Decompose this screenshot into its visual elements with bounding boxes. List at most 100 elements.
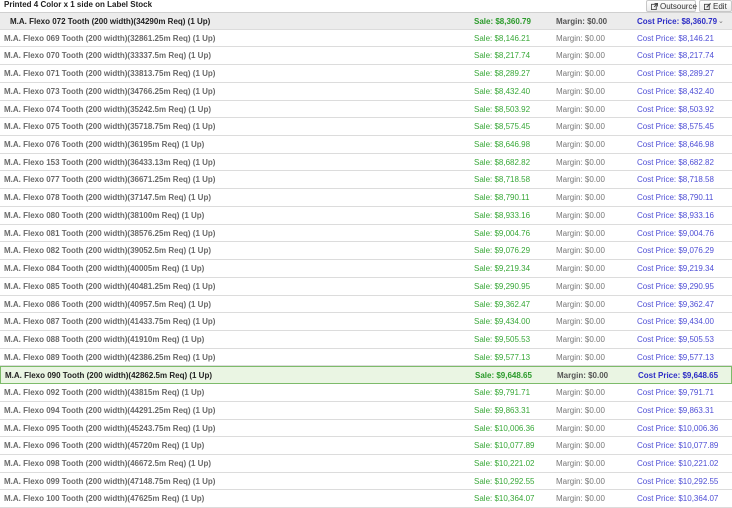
option-cost: Cost Price: $9,577.13 <box>637 352 714 362</box>
option-sale: Sale: $8,503.92 <box>474 104 531 114</box>
option-sale: Sale: $10,006.36 <box>474 423 535 433</box>
option-margin: Margin: $0.00 <box>556 104 605 114</box>
list-item[interactable]: M.A. Flexo 086 Tooth (200 width)(40957.5… <box>0 295 732 314</box>
list-item[interactable]: M.A. Flexo 085 Tooth (200 width)(40481.2… <box>0 277 732 296</box>
list-item[interactable]: M.A. Flexo 069 Tooth (200 width)(32861.2… <box>0 29 732 48</box>
option-cost: Cost Price: $8,575.45 <box>637 122 714 132</box>
option-sale: Sale: $10,077.89 <box>474 441 535 451</box>
option-cost: Cost Price: $9,434.00 <box>637 317 714 327</box>
option-cost: Cost Price: $9,791.71 <box>637 388 714 398</box>
option-cost: Cost Price: $8,682.82 <box>637 157 714 167</box>
option-name: M.A. Flexo 088 Tooth (200 width)(41910m … <box>4 334 205 344</box>
option-cost: Cost Price: $8,790.11 <box>637 193 714 203</box>
option-margin: Margin: $0.00 <box>556 69 605 79</box>
option-sale: Sale: $8,933.16 <box>474 210 531 220</box>
option-name: M.A. Flexo 078 Tooth (200 width)(37147.5… <box>4 193 211 203</box>
list-item[interactable]: M.A. Flexo 087 Tooth (200 width)(41433.7… <box>0 313 732 331</box>
option-sale: Sale: $8,718.58 <box>474 175 531 185</box>
option-cost: Cost Price: $9,219.34 <box>637 264 714 274</box>
list-item[interactable]: M.A. Flexo 077 Tooth (200 width)(36671.2… <box>0 171 732 190</box>
option-sale: Sale: $9,004.76 <box>474 228 531 238</box>
list-item[interactable]: M.A. Flexo 071 Tooth (200 width)(33813.7… <box>0 65 732 83</box>
option-sale: Sale: $8,146.21 <box>474 33 531 43</box>
list-item[interactable]: M.A. Flexo 153 Tooth (200 width)(36433.1… <box>0 153 732 172</box>
selected-option-header[interactable]: M.A. Flexo 072 Tooth (200 width)(34290m … <box>0 12 732 30</box>
option-cost: Cost Price: $8,646.98 <box>637 140 714 150</box>
option-name: M.A. Flexo 100 Tooth (200 width)(47625m … <box>4 494 205 504</box>
list-item[interactable]: M.A. Flexo 078 Tooth (200 width)(37147.5… <box>0 189 732 207</box>
option-margin: Margin: $0.00 <box>556 458 605 468</box>
option-name: M.A. Flexo 075 Tooth (200 width)(35718.7… <box>4 122 216 132</box>
list-item[interactable]: M.A. Flexo 092 Tooth (200 width)(43815m … <box>0 384 732 402</box>
option-margin: Margin: $0.00 <box>556 175 605 185</box>
list-item[interactable]: M.A. Flexo 099 Tooth (200 width)(47148.7… <box>0 472 732 491</box>
option-margin: Margin: $0.00 <box>557 371 609 381</box>
option-name: M.A. Flexo 081 Tooth (200 width)(38576.2… <box>4 228 216 238</box>
option-margin: Margin: $0.00 <box>556 264 605 274</box>
list-item[interactable]: M.A. Flexo 094 Tooth (200 width)(44291.2… <box>0 401 732 420</box>
option-name: M.A. Flexo 086 Tooth (200 width)(40957.5… <box>4 299 211 309</box>
option-sale: Sale: $9,290.95 <box>474 281 531 291</box>
list-item[interactable]: M.A. Flexo 080 Tooth (200 width)(38100m … <box>0 206 732 225</box>
option-margin: Margin: $0.00 <box>556 388 605 398</box>
external-link-icon <box>651 3 658 10</box>
option-sale: Sale: $8,360.79 <box>474 17 531 26</box>
option-cost: Cost Price: $10,292.55 <box>637 476 719 486</box>
list-item[interactable]: M.A. Flexo 095 Tooth (200 width)(45243.7… <box>0 419 732 438</box>
option-sale: Sale: $8,682.82 <box>474 157 531 167</box>
option-sale: Sale: $9,076.29 <box>474 246 531 256</box>
option-name: M.A. Flexo 084 Tooth (200 width)(40005m … <box>4 264 205 274</box>
option-margin: Margin: $0.00 <box>556 140 605 150</box>
option-margin: Margin: $0.00 <box>556 51 605 61</box>
option-sale: Sale: $8,432.40 <box>474 86 531 96</box>
option-margin: Margin: $0.00 <box>556 246 605 256</box>
list-item[interactable]: M.A. Flexo 100 Tooth (200 width)(47625m … <box>0 490 732 508</box>
top-bar: Printed 4 Color x 1 side on Label Stock … <box>0 0 732 12</box>
option-margin: Margin: $0.00 <box>556 193 605 203</box>
option-name: M.A. Flexo 095 Tooth (200 width)(45243.7… <box>4 423 216 433</box>
option-name: M.A. Flexo 082 Tooth (200 width)(39052.5… <box>4 246 211 256</box>
option-cost: Cost Price: $9,076.29 <box>637 246 714 256</box>
option-cost: Cost Price: $8,503.92 <box>637 104 714 114</box>
option-cost: Cost Price: $9,648.65 <box>638 371 719 381</box>
option-sale: Sale: $9,791.71 <box>474 388 531 398</box>
option-name: M.A. Flexo 074 Tooth (200 width)(35242.5… <box>4 104 211 114</box>
chevron-down-icon[interactable]: ⌄ <box>718 13 724 30</box>
list-item[interactable]: M.A. Flexo 070 Tooth (200 width)(33337.5… <box>0 47 732 66</box>
option-name: M.A. Flexo 077 Tooth (200 width)(36671.2… <box>4 175 216 185</box>
option-name: M.A. Flexo 090 Tooth (200 width)(42862.5… <box>5 371 212 381</box>
list-item[interactable]: M.A. Flexo 082 Tooth (200 width)(39052.5… <box>0 242 732 261</box>
option-cost: Cost Price: $9,505.53 <box>637 334 714 344</box>
outsource-label: Outsource <box>660 2 697 11</box>
edit-button[interactable]: Edit <box>699 0 732 12</box>
list-item[interactable]: M.A. Flexo 088 Tooth (200 width)(41910m … <box>0 330 732 349</box>
list-item[interactable]: M.A. Flexo 081 Tooth (200 width)(38576.2… <box>0 224 732 243</box>
list-item-selected[interactable]: M.A. Flexo 090 Tooth (200 width)(42862.5… <box>0 366 732 385</box>
option-cost: Cost Price: $10,077.89 <box>637 441 719 451</box>
option-cost: Cost Price: $8,217.74 <box>637 51 714 61</box>
option-sale: Sale: $10,364.07 <box>474 494 535 504</box>
list-item[interactable]: M.A. Flexo 089 Tooth (200 width)(42386.2… <box>0 348 732 367</box>
list-item[interactable]: M.A. Flexo 096 Tooth (200 width)(45720m … <box>0 437 732 455</box>
option-sale: Sale: $9,577.13 <box>474 352 531 362</box>
option-name: M.A. Flexo 092 Tooth (200 width)(43815m … <box>4 388 205 398</box>
option-name: M.A. Flexo 096 Tooth (200 width)(45720m … <box>4 441 205 451</box>
list-item[interactable]: M.A. Flexo 074 Tooth (200 width)(35242.5… <box>0 100 732 119</box>
outsource-button[interactable]: Outsource <box>646 0 697 12</box>
list-item[interactable]: M.A. Flexo 084 Tooth (200 width)(40005m … <box>0 260 732 278</box>
option-margin: Margin: $0.00 <box>556 122 605 132</box>
list-item[interactable]: M.A. Flexo 076 Tooth (200 width)(36195m … <box>0 136 732 154</box>
option-margin: Margin: $0.00 <box>556 33 605 43</box>
option-cost: Cost Price: $9,290.95 <box>637 281 714 291</box>
option-sale: Sale: $9,434.00 <box>474 317 531 327</box>
option-margin: Margin: $0.00 <box>556 441 605 451</box>
option-name: M.A. Flexo 071 Tooth (200 width)(33813.7… <box>4 69 216 79</box>
option-sale: Sale: $9,863.31 <box>474 405 531 415</box>
list-item[interactable]: M.A. Flexo 075 Tooth (200 width)(35718.7… <box>0 118 732 137</box>
option-name: M.A. Flexo 080 Tooth (200 width)(38100m … <box>4 210 205 220</box>
option-name: M.A. Flexo 070 Tooth (200 width)(33337.5… <box>4 51 211 61</box>
option-margin: Margin: $0.00 <box>556 423 605 433</box>
list-item[interactable]: M.A. Flexo 073 Tooth (200 width)(34766.2… <box>0 82 732 101</box>
page-title: Printed 4 Color x 1 side on Label Stock <box>4 0 153 9</box>
list-item[interactable]: M.A. Flexo 098 Tooth (200 width)(46672.5… <box>0 454 732 473</box>
